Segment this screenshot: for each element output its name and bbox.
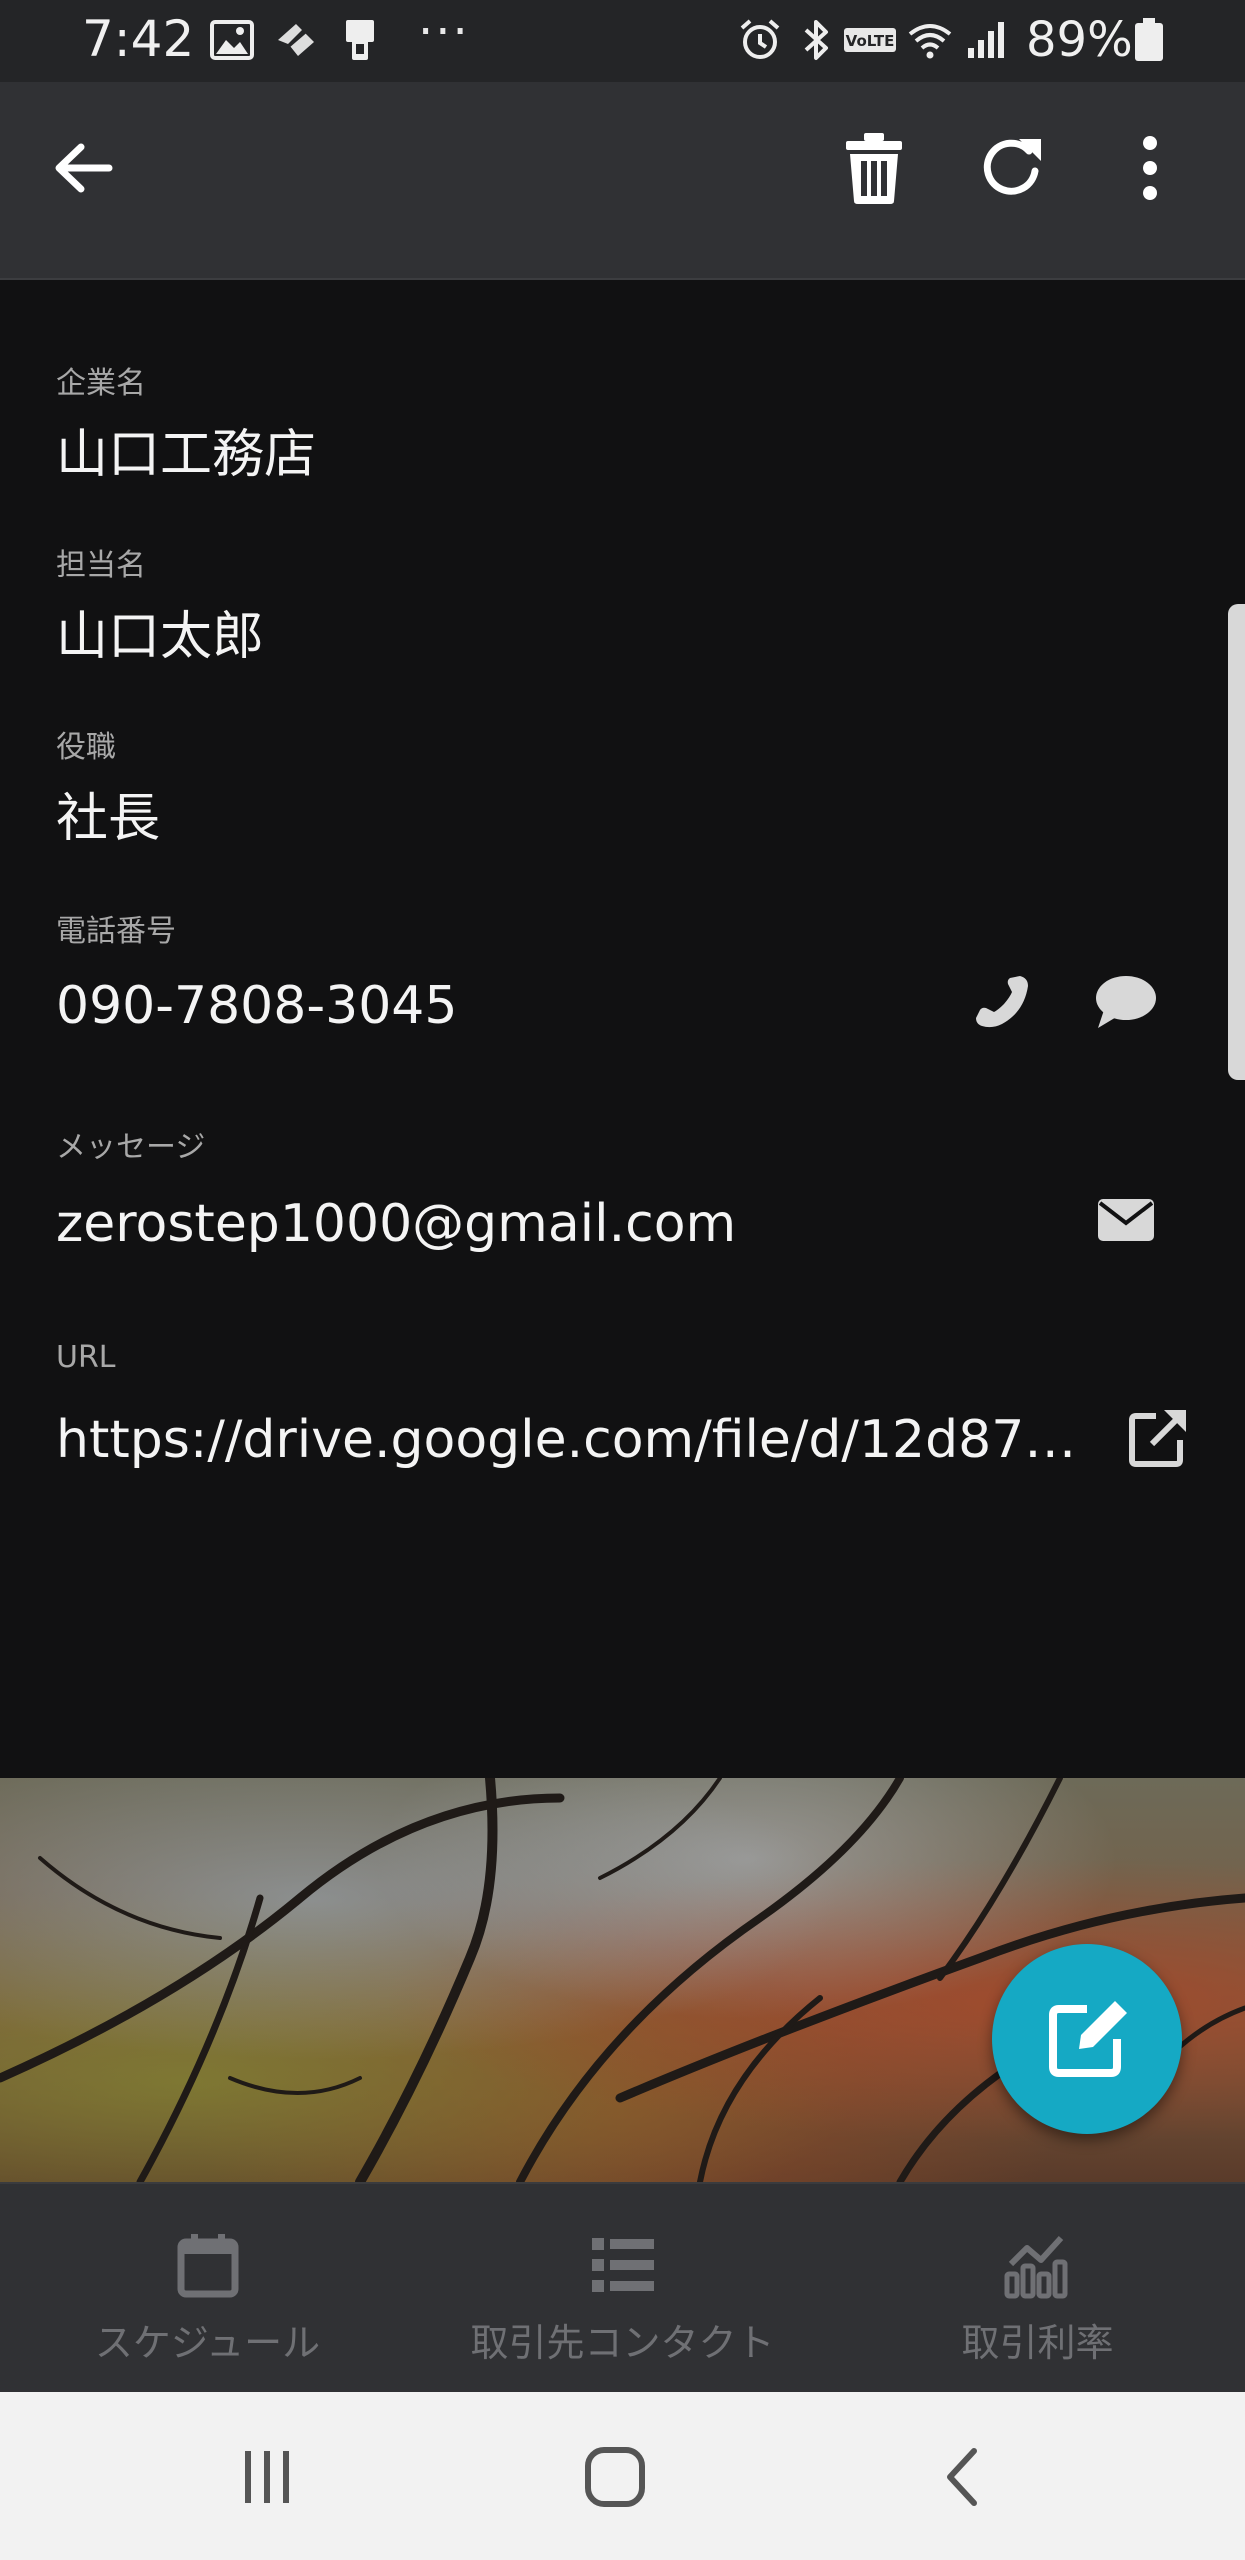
system-back-button[interactable] <box>918 2432 1008 2522</box>
email-value: zerostep1000@gmail.com <box>56 1194 737 1254</box>
delete-button[interactable] <box>824 118 924 218</box>
message-label: メッセージ <box>56 1130 206 1165</box>
nav-contacts-label: 取引先コンタクト <box>470 2321 775 2365</box>
email-button[interactable] <box>1086 1180 1166 1260</box>
more-vert-icon <box>1143 136 1157 200</box>
edit-fab[interactable] <box>992 1944 1182 2134</box>
signal-icon <box>968 22 1004 58</box>
refresh-button[interactable] <box>962 118 1062 218</box>
back-button[interactable] <box>34 118 134 218</box>
calendar-icon <box>177 2234 238 2298</box>
svg-text:VoLTE: VoLTE <box>846 32 895 50</box>
phone-value: 090-7808-3045 <box>56 976 458 1036</box>
wifi-icon <box>908 24 952 59</box>
call-button[interactable] <box>962 962 1042 1042</box>
device-icon <box>346 20 374 60</box>
url-label: URL <box>56 1340 116 1375</box>
battery-icon <box>1135 18 1163 61</box>
phone-label: 電話番号 <box>56 914 176 949</box>
more-options-button[interactable] <box>1100 118 1200 218</box>
nav-schedule[interactable]: スケジュール <box>0 2184 415 2394</box>
job-title-value: 社長 <box>56 789 161 849</box>
open-url-button[interactable] <box>1118 1398 1198 1478</box>
bottom-navigation: スケジュール 取引先コンタクト 取引利率 <box>0 2182 1245 2394</box>
battery-percent: 89% <box>1026 12 1133 68</box>
nav-profit-label: 取引利率 <box>961 2321 1114 2365</box>
list-icon <box>591 2238 654 2292</box>
back-icon <box>947 2448 977 2506</box>
app-toolbar <box>0 82 1245 280</box>
status-time: 7:42 <box>82 10 195 68</box>
refresh-icon <box>983 139 1041 195</box>
trash-icon <box>846 133 902 204</box>
nav-schedule-label: スケジュール <box>94 2321 321 2365</box>
home-icon <box>585 2447 645 2507</box>
job-title-label: 役職 <box>56 730 116 765</box>
envelope-icon <box>1098 1199 1154 1241</box>
sms-button[interactable] <box>1086 962 1166 1042</box>
nav-contacts[interactable]: 取引先コンタクト <box>415 2184 830 2394</box>
chat-bubble-icon <box>1096 976 1156 1028</box>
company-value: 山口工務店 <box>56 425 317 485</box>
system-navigation-bar <box>0 2392 1245 2560</box>
alarm-icon <box>740 19 780 59</box>
recents-icon <box>245 2451 289 2503</box>
scrollbar[interactable] <box>1228 604 1245 1080</box>
phone-icon <box>976 976 1028 1028</box>
status-bar: 7:42 ··· VoLTE 89% <box>0 0 1245 82</box>
contact-name-label: 担当名 <box>56 548 146 583</box>
contact-name-value: 山口太郎 <box>56 607 265 667</box>
external-link-icon <box>1129 1410 1186 1467</box>
nav-profit[interactable]: 取引利率 <box>830 2184 1245 2394</box>
url-value: https://drive.google.com/file/d/12d876..… <box>56 1410 1086 1470</box>
company-label: 企業名 <box>56 366 146 401</box>
edit-icon <box>1049 2001 1127 2077</box>
more-notifications-indicator: ··· <box>418 4 470 60</box>
chart-icon <box>1004 2235 1067 2299</box>
bluetooth-icon <box>804 20 828 60</box>
recents-button[interactable] <box>222 2432 312 2522</box>
image-icon <box>210 20 254 60</box>
back-arrow-icon <box>55 143 113 193</box>
pinwheel-icon <box>278 24 314 56</box>
home-button[interactable] <box>570 2432 660 2522</box>
volte-icon: VoLTE <box>844 28 896 52</box>
